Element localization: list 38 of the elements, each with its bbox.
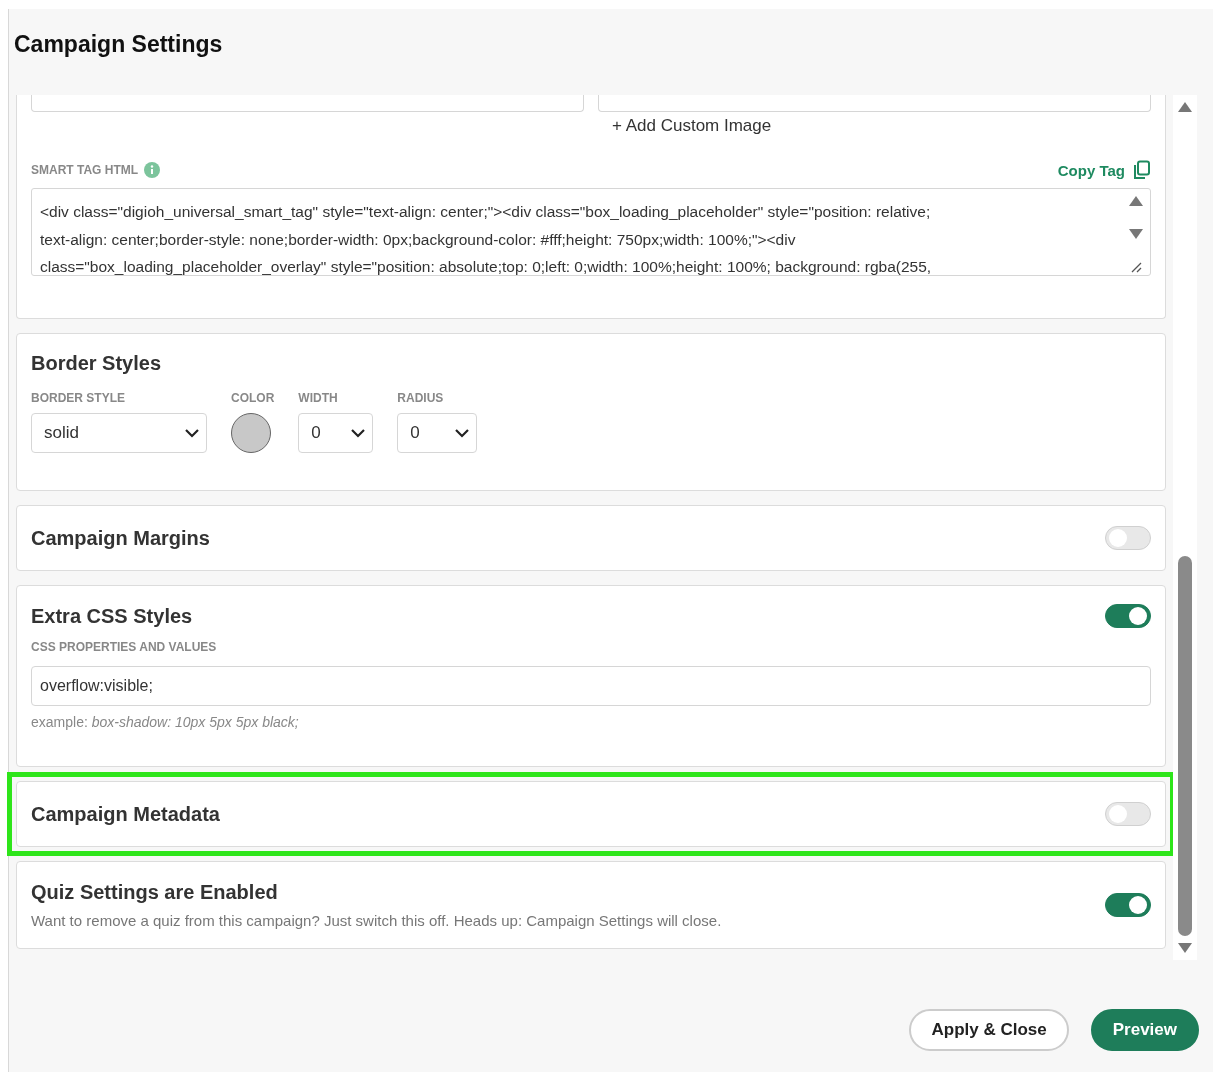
preview-button[interactable]: Preview bbox=[1090, 1009, 1199, 1051]
add-image-link[interactable]: + Add Custom Image bbox=[612, 116, 772, 136]
toggle-switch[interactable] bbox=[1105, 604, 1151, 628]
resize-handle-icon[interactable] bbox=[1130, 261, 1142, 273]
section-title: Campaign Margins bbox=[31, 526, 210, 550]
color-swatch[interactable] bbox=[231, 413, 271, 453]
field-label: SMART TAG HTML bbox=[31, 163, 139, 177]
chevron-down-icon bbox=[350, 428, 367, 438]
scroll-up-icon[interactable] bbox=[1177, 101, 1193, 113]
section-title: Border Styles bbox=[31, 352, 163, 375]
select-field[interactable]: solid bbox=[31, 413, 207, 453]
field-label: COLOR bbox=[231, 391, 275, 405]
scroll-down-icon[interactable] bbox=[1177, 942, 1193, 954]
panel-title: Campaign Settings bbox=[14, 31, 223, 58]
field-label: BORDER STYLE bbox=[31, 391, 126, 405]
chevron-down-icon bbox=[454, 428, 471, 438]
copy-tag-button[interactable]: Copy Tag bbox=[1057, 160, 1151, 180]
section-title: Quiz Settings are Enabled bbox=[31, 881, 279, 904]
scrollbar-thumb[interactable] bbox=[1178, 556, 1192, 936]
html-textarea[interactable]: <div class="digioh_universal_smart_tag" style="text-align: center;"><div class="box_loading_placeholder" style="position: relative; text-align: center;border-style: none;border-width: 0px;background-color: #fff;height: 750px;width: 100%;"><div class="box_loading_placeholder_overlay" style="position: absolute;top: 0;left: 0;width: 100%;height: 100%; background: rgba(255, bbox=[31, 188, 1151, 276]
scroll-down-icon[interactable] bbox=[1128, 228, 1144, 240]
toggle-switch[interactable] bbox=[1105, 893, 1151, 917]
text-field[interactable] bbox=[31, 95, 584, 112]
hint-text: example: box-shadow: 10px 5px 5px black; bbox=[31, 714, 300, 730]
field-label: RADIUS bbox=[397, 391, 445, 405]
select-field[interactable]: 0 bbox=[298, 413, 374, 453]
css-input-field[interactable]: overflow:visible; bbox=[31, 666, 1151, 706]
section-description: Want to remove a quiz from this campaign? Just switch this off. Heads up: Campaign Settings will close. bbox=[31, 912, 722, 929]
select-field[interactable] bbox=[598, 95, 1151, 112]
field-label: WIDTH bbox=[298, 391, 339, 405]
select-field[interactable]: 0 bbox=[397, 413, 478, 453]
section-title: Campaign Metadata bbox=[31, 802, 220, 826]
scroll-up-icon[interactable] bbox=[1128, 195, 1144, 207]
apply-close-button[interactable]: Apply & Close bbox=[909, 1009, 1069, 1051]
field-label: CSS PROPERTIES AND VALUES bbox=[31, 640, 218, 654]
section-title: Extra CSS Styles bbox=[31, 604, 193, 628]
chevron-down-icon bbox=[184, 428, 200, 438]
copy-icon bbox=[1133, 160, 1151, 180]
